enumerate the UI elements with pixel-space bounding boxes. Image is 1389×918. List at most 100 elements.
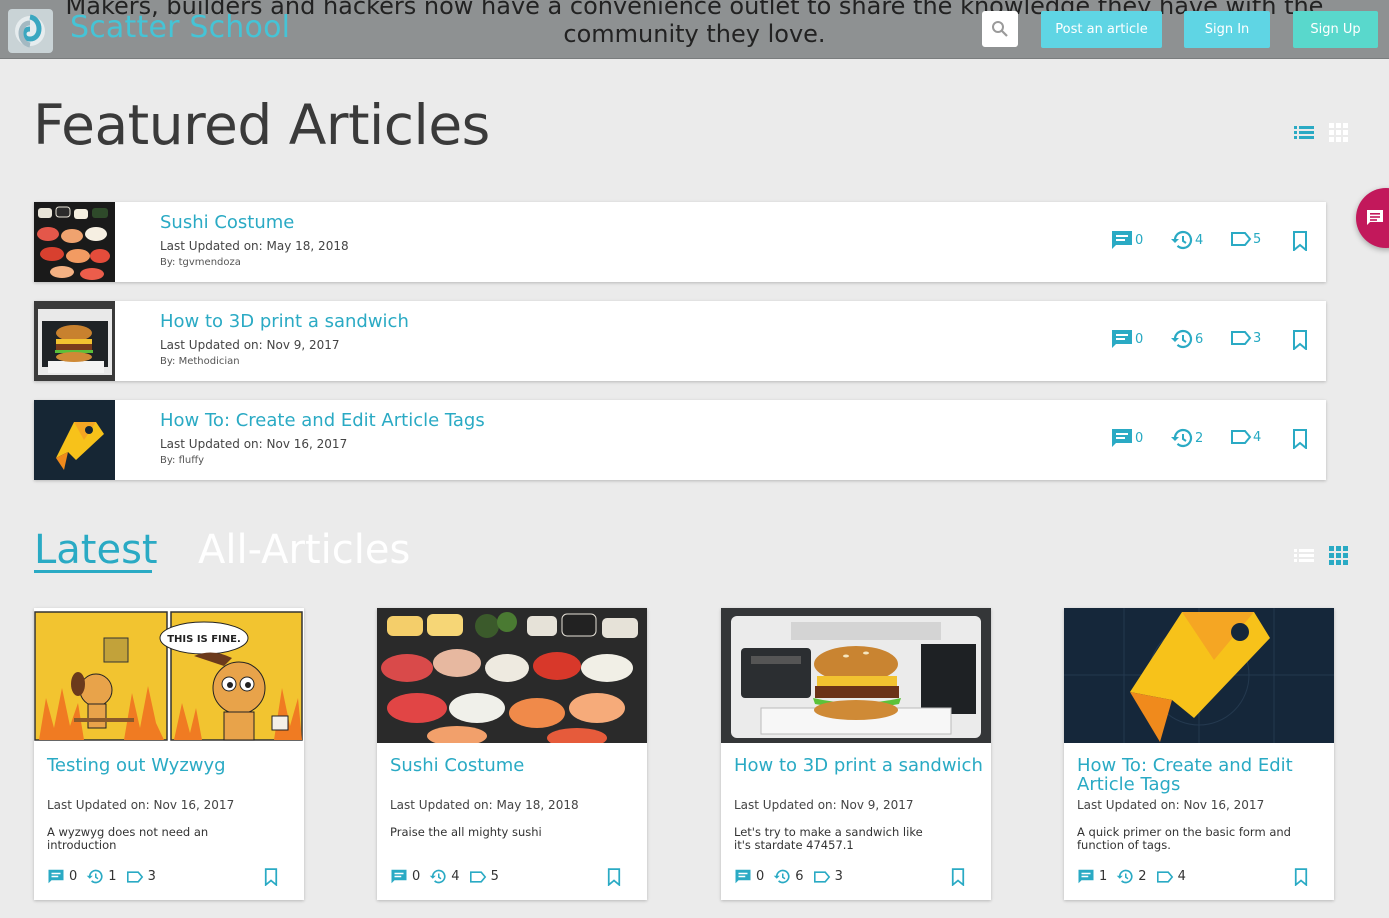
article-card[interactable]: How To: Create and Edit Article Tags Las…	[1064, 608, 1334, 900]
comment-icon	[735, 869, 751, 884]
top-bar: Scatter School Makers, builders and hack…	[0, 0, 1389, 59]
revision-number: 4	[1195, 232, 1204, 248]
tag-icon	[1231, 331, 1252, 345]
featured-article-row[interactable]: How To: Create and Edit Article Tags Las…	[34, 400, 1326, 480]
search-icon	[992, 21, 1008, 37]
tag-icon	[1231, 232, 1252, 246]
comment-icon	[48, 869, 64, 884]
article-image[interactable]	[721, 608, 991, 743]
updated-date: May 18, 2018	[496, 798, 579, 812]
comment-number: 0	[1135, 331, 1144, 347]
featured-article-row[interactable]: Sushi Costume Last Updated on: May 18, 2…	[34, 202, 1326, 282]
sign-up-button[interactable]: Sign Up	[1293, 11, 1378, 48]
tab-all-articles[interactable]: All-Articles	[198, 527, 410, 573]
article-card[interactable]: Sushi Costume Last Updated on: May 18, 2…	[377, 608, 647, 900]
tag-count: 3	[813, 869, 843, 885]
tag-icon	[813, 870, 830, 883]
comment-icon	[1112, 231, 1132, 249]
card-stats: 0 4 5	[390, 868, 508, 885]
article-title[interactable]: Sushi Costume	[160, 212, 294, 233]
comment-icon	[1078, 869, 1094, 884]
article-thumbnail[interactable]	[34, 400, 115, 480]
comment-count: 0	[1110, 229, 1143, 251]
article-title[interactable]: How To: Create and Edit Article Tags	[160, 410, 485, 431]
revision-number: 2	[1138, 869, 1147, 884]
grid-view-icon[interactable]	[1327, 544, 1349, 566]
article-image[interactable]	[377, 608, 647, 743]
comment-number: 0	[1135, 430, 1144, 446]
comment-count: 0	[47, 868, 77, 885]
featured-article-row[interactable]: How to 3D print a sandwich Last Updated …	[34, 301, 1326, 381]
by-label: By:	[160, 257, 176, 268]
article-image[interactable]	[1064, 608, 1334, 743]
tag-number: 3	[1253, 330, 1262, 346]
revision-number: 4	[451, 869, 460, 884]
tag-number: 3	[147, 869, 156, 884]
revision-number: 6	[795, 869, 804, 884]
card-title[interactable]: Sushi Costume	[390, 756, 640, 775]
article-author: By: fluffy	[160, 455, 204, 466]
grid-view-icon[interactable]	[1327, 121, 1349, 143]
article-card[interactable]: THIS IS FINE. Testing out Wyzwyg Last Up…	[34, 608, 304, 900]
updated-date: Nov 9, 2017	[840, 798, 914, 812]
history-icon	[1171, 428, 1193, 448]
revision-count: 2	[1116, 868, 1147, 885]
bookmark-icon[interactable]	[951, 868, 965, 886]
tab-latest[interactable]: Latest	[34, 527, 158, 573]
active-tab-indicator	[34, 570, 152, 573]
article-image[interactable]: THIS IS FINE.	[34, 608, 304, 743]
bookmark-icon[interactable]	[607, 868, 621, 886]
card-description: A wyzwyg does not need an introduction	[47, 825, 209, 852]
tag-icon	[1231, 430, 1252, 444]
bookmark-icon[interactable]	[1294, 868, 1308, 886]
site-tagline: Makers, builders and hackers now have a …	[65, 0, 1324, 48]
updated-label: Last Updated on:	[1077, 798, 1180, 812]
comment-count: 0	[1110, 328, 1143, 350]
history-icon	[430, 869, 446, 884]
search-button[interactable]	[982, 11, 1018, 47]
list-view-icon[interactable]	[1293, 544, 1315, 566]
revision-number: 6	[1195, 331, 1204, 347]
bookmark-icon[interactable]	[264, 868, 278, 886]
comment-number: 0	[69, 869, 78, 884]
updated-date: Nov 9, 2017	[266, 338, 340, 352]
comment-number: 0	[756, 869, 765, 884]
bookmark-icon[interactable]	[1292, 231, 1308, 251]
comment-count: 1	[1077, 868, 1107, 885]
chat-icon	[1367, 210, 1383, 225]
tag-count: 5	[1230, 229, 1261, 249]
comment-number: 0	[1135, 232, 1144, 248]
tag-number: 4	[1177, 869, 1186, 884]
card-updated: Last Updated on: Nov 16, 2017	[1077, 798, 1264, 812]
card-updated: Last Updated on: Nov 16, 2017	[47, 798, 234, 812]
updated-date: Nov 16, 2017	[1183, 798, 1265, 812]
bookmark-icon[interactable]	[1292, 330, 1308, 350]
article-card[interactable]: How to 3D print a sandwich Last Updated …	[721, 608, 991, 900]
tag-number: 3	[834, 869, 843, 884]
article-thumbnail[interactable]	[34, 301, 115, 381]
sign-in-button[interactable]: Sign In	[1184, 11, 1270, 48]
post-article-button[interactable]: Post an article	[1041, 11, 1162, 48]
card-stats: 0 1 3	[47, 868, 165, 885]
updated-label: Last Updated on:	[160, 338, 263, 352]
updated-label: Last Updated on:	[47, 798, 150, 812]
tag-icon	[469, 870, 486, 883]
card-title[interactable]: How To: Create and Edit Article Tags	[1077, 756, 1327, 794]
card-title[interactable]: How to 3D print a sandwich	[734, 756, 984, 775]
card-title[interactable]: Testing out Wyzwyg	[47, 756, 297, 775]
revision-count: 4	[1170, 229, 1203, 251]
tag-count: 4	[1230, 427, 1261, 447]
author-name: fluffy	[178, 455, 205, 466]
chat-button[interactable]	[1356, 188, 1389, 248]
article-title[interactable]: How to 3D print a sandwich	[160, 311, 409, 332]
revision-count: 4	[429, 868, 460, 885]
bookmark-icon[interactable]	[1292, 429, 1308, 449]
by-label: By:	[160, 455, 176, 466]
comment-icon	[391, 869, 407, 884]
article-thumbnail[interactable]	[34, 202, 115, 282]
updated-label: Last Updated on:	[390, 798, 493, 812]
list-view-icon[interactable]	[1293, 121, 1315, 143]
card-description: Let's try to make a sandwich like it's s…	[734, 825, 923, 852]
tag-icon	[1156, 870, 1173, 883]
tag-count: 3	[1230, 328, 1261, 348]
